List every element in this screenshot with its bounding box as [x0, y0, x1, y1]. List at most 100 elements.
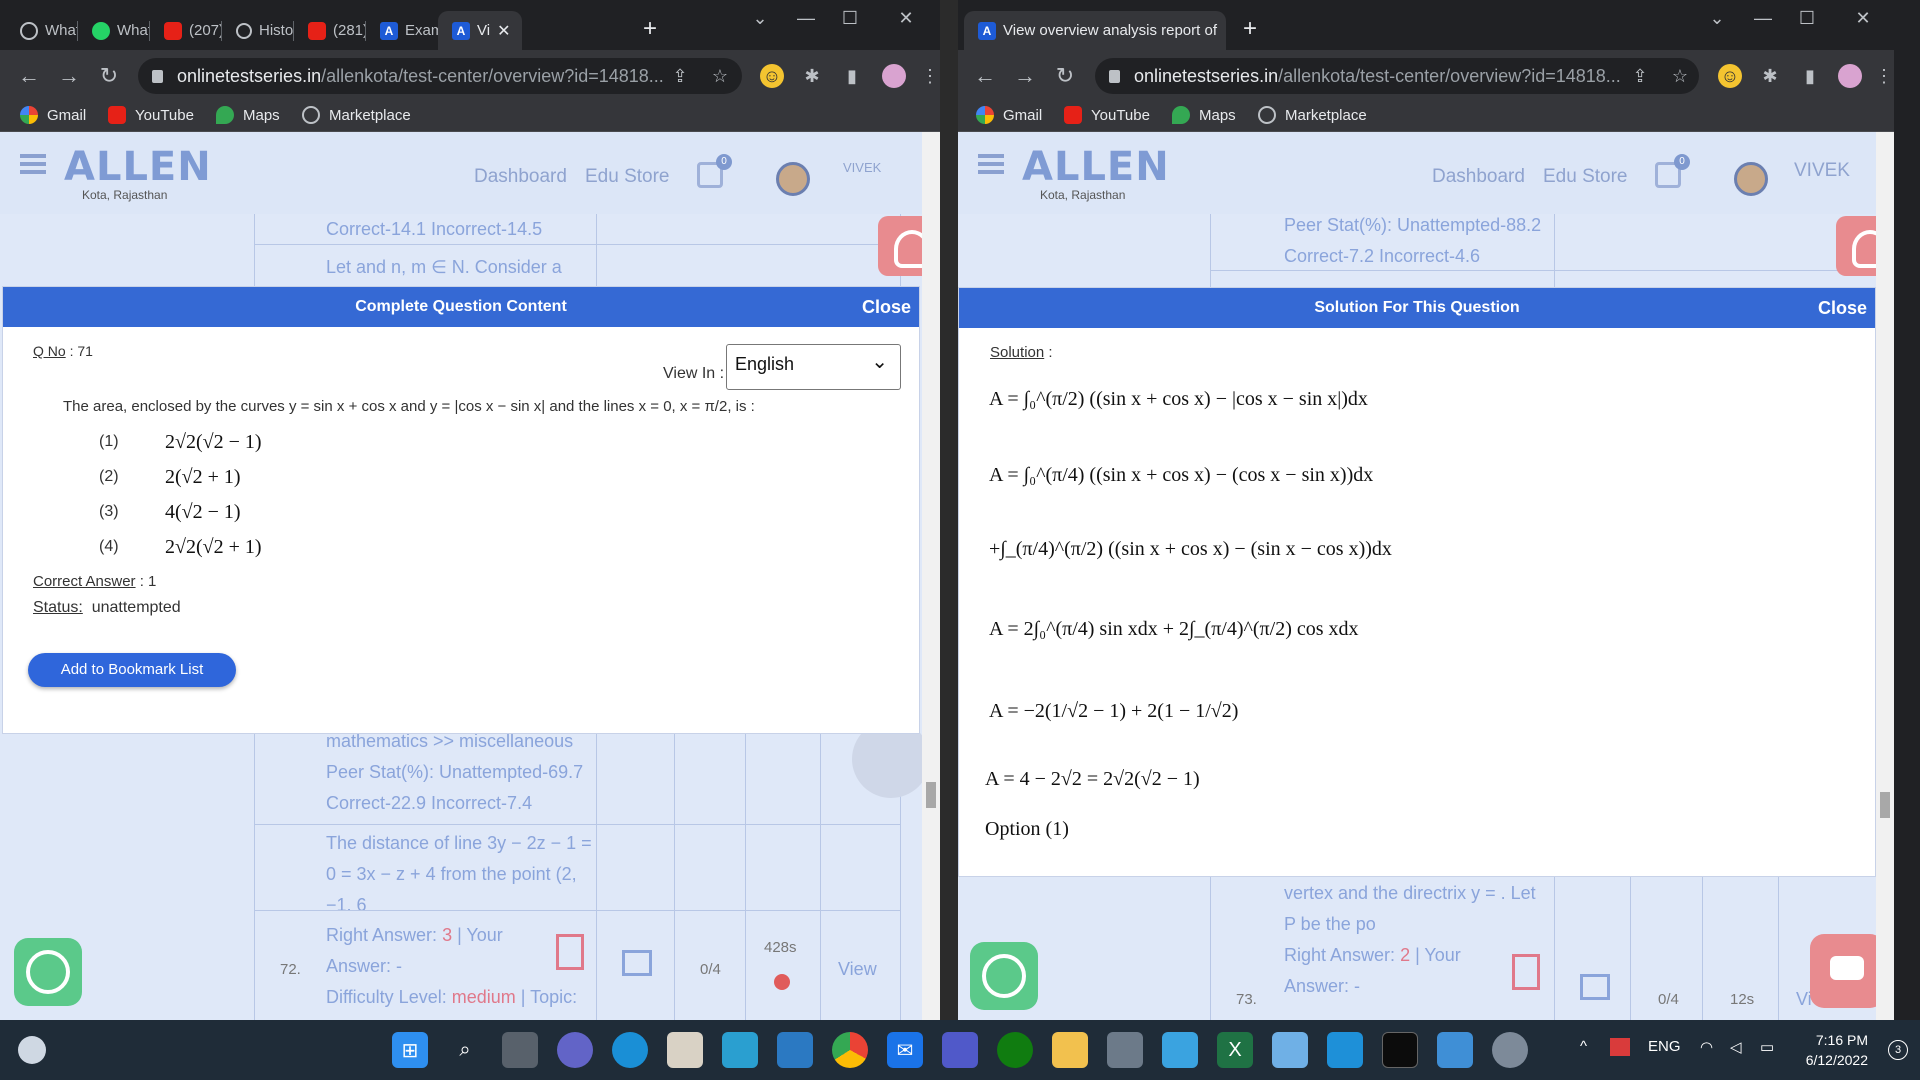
modal-close-button[interactable]: Close — [862, 287, 911, 327]
close-window-button[interactable]: ✕ — [883, 8, 929, 29]
close-window-button[interactable]: ✕ — [1840, 8, 1886, 29]
bookmark-star-icon[interactable]: ☆ — [708, 64, 732, 88]
bookmark-youtube[interactable]: YouTube — [108, 106, 194, 124]
tab-youtube-207[interactable]: (207) — [150, 11, 222, 50]
emoji-extension-icon[interactable]: ☺ — [1718, 64, 1742, 88]
allen-logo[interactable]: ALLEN — [64, 144, 212, 190]
share-icon[interactable]: ⇪ — [1628, 64, 1652, 88]
forward-icon[interactable]: → — [1010, 62, 1040, 92]
view-link[interactable]: View — [838, 954, 877, 985]
weather-icon[interactable] — [18, 1036, 46, 1064]
camera-icon[interactable] — [1107, 1032, 1143, 1068]
side-panel-icon[interactable]: ▮ — [840, 64, 864, 88]
bookmark-star-icon[interactable]: ☆ — [1668, 64, 1692, 88]
reload-icon[interactable]: ↻ — [94, 62, 124, 92]
mail-icon[interactable]: ✉ — [887, 1032, 923, 1068]
tab-view-active[interactable]: A Vi ✕ — [438, 11, 522, 50]
back-icon[interactable]: ← — [970, 62, 1000, 92]
bookmark-marketplace[interactable]: Marketplace — [1258, 106, 1367, 124]
whatsapp-float-icon[interactable] — [970, 942, 1038, 1010]
support-agent-icon[interactable] — [878, 216, 922, 276]
image-viewer-icon[interactable] — [1437, 1032, 1473, 1068]
right-scrollbar[interactable] — [1876, 132, 1894, 1020]
user-avatar[interactable] — [776, 162, 810, 196]
antivirus-icon[interactable] — [1610, 1038, 1630, 1056]
start-icon[interactable]: ⊞ — [392, 1032, 428, 1068]
teams-icon[interactable] — [942, 1032, 978, 1068]
maximize-button[interactable]: ☐ — [827, 8, 873, 29]
back-icon[interactable]: ← — [14, 62, 44, 92]
chat-teams-icon[interactable] — [557, 1032, 593, 1068]
nav-dashboard[interactable]: Dashboard — [474, 166, 567, 188]
edge-icon[interactable] — [612, 1032, 648, 1068]
bookmark-maps[interactable]: Maps — [1172, 106, 1236, 124]
bookmark-gmail[interactable]: Gmail — [20, 106, 86, 124]
store-icon[interactable] — [667, 1032, 703, 1068]
notepad-icon[interactable] — [1162, 1032, 1198, 1068]
nav-edu-store[interactable]: Edu Store — [585, 166, 670, 188]
book-icon[interactable] — [1580, 974, 1610, 1000]
tab-search-icon[interactable]: ⌄ — [1694, 8, 1740, 29]
user-avatar[interactable] — [1734, 162, 1768, 196]
maximize-button[interactable]: ☐ — [1784, 8, 1830, 29]
minimize-button[interactable]: — — [1740, 8, 1786, 29]
new-tab-button[interactable]: + — [1234, 14, 1266, 46]
reload-icon[interactable]: ↻ — [1050, 62, 1080, 92]
add-to-bookmark-button[interactable]: Add to Bookmark List — [28, 653, 236, 687]
notification-badge[interactable]: 3 — [1888, 1040, 1908, 1060]
new-tab-button[interactable]: + — [634, 14, 666, 46]
task-view-icon[interactable] — [502, 1032, 538, 1068]
terminal-icon[interactable] — [1382, 1032, 1418, 1068]
bookmark-add-icon[interactable] — [556, 934, 584, 970]
tab-view-overview[interactable]: AView overview analysis report of✕ — [964, 11, 1226, 50]
bookmark-youtube[interactable]: YouTube — [1064, 106, 1150, 124]
tab-history[interactable]: Histo — [222, 11, 294, 50]
user-name[interactable]: VIVEK — [1794, 160, 1850, 182]
close-tab-icon[interactable]: ✕ — [1224, 21, 1226, 41]
battery-icon[interactable]: ▭ — [1760, 1038, 1774, 1056]
share-icon[interactable]: ⇪ — [668, 64, 692, 88]
clock[interactable]: 7:16 PM 6/12/2022 — [1806, 1030, 1868, 1070]
left-scrollbar[interactable] — [922, 132, 940, 1020]
bookmark-maps[interactable]: Maps — [216, 106, 280, 124]
profile-avatar[interactable] — [882, 64, 906, 88]
extensions-icon[interactable]: ✱ — [1758, 64, 1782, 88]
xbox-icon[interactable] — [997, 1032, 1033, 1068]
menu-icon[interactable]: ⋮ — [918, 64, 940, 88]
vscode-icon[interactable] — [1327, 1032, 1363, 1068]
language-indicator[interactable]: ENG — [1648, 1038, 1681, 1055]
menu-icon[interactable]: ⋮ — [1872, 64, 1894, 88]
hamburger-icon[interactable] — [978, 154, 1004, 174]
tab-search-icon[interactable]: ⌄ — [737, 8, 783, 29]
bookmark-marketplace[interactable]: Marketplace — [302, 106, 411, 124]
side-panel-icon[interactable]: ▮ — [1798, 64, 1822, 88]
address-bar[interactable]: onlinetestseries.in/allenkota/test-cente… — [1095, 58, 1699, 94]
support-agent-icon[interactable] — [1836, 216, 1876, 276]
extensions-icon[interactable]: ✱ — [800, 64, 824, 88]
chat-icon[interactable] — [1810, 934, 1876, 1008]
close-tab-icon[interactable]: ✕ — [497, 21, 510, 41]
excel-icon[interactable]: X — [1217, 1032, 1253, 1068]
language-select[interactable]: English — [726, 344, 901, 390]
hamburger-icon[interactable] — [20, 154, 46, 174]
search-icon[interactable]: ⌕ — [447, 1032, 483, 1068]
tab-whatsapp-2[interactable]: What — [78, 11, 150, 50]
modal-close-button[interactable]: Close — [1818, 288, 1867, 328]
nav-edu-store[interactable]: Edu Store — [1543, 166, 1628, 188]
bookmark-gmail[interactable]: Gmail — [976, 106, 1042, 124]
user-name[interactable]: VIVEK — [843, 160, 881, 175]
chrome-icon[interactable] — [832, 1032, 868, 1068]
book-icon[interactable] — [622, 950, 652, 976]
whatsapp-float-icon[interactable] — [14, 938, 82, 1006]
profile-avatar[interactable] — [1838, 64, 1862, 88]
wifi-icon[interactable]: ◠ — [1700, 1038, 1713, 1056]
bookmark-add-icon[interactable] — [1512, 954, 1540, 990]
tab-youtube-281[interactable]: (281) — [294, 11, 366, 50]
file-explorer-icon[interactable] — [1052, 1032, 1088, 1068]
tab-whatsapp-1[interactable]: What — [6, 11, 78, 50]
tray-chevron-icon[interactable]: ^ — [1580, 1038, 1587, 1055]
settings-icon[interactable] — [1492, 1032, 1528, 1068]
volume-icon[interactable]: ◁ — [1730, 1038, 1742, 1056]
emoji-extension-icon[interactable]: ☺ — [760, 64, 784, 88]
forward-icon[interactable]: → — [54, 62, 84, 92]
